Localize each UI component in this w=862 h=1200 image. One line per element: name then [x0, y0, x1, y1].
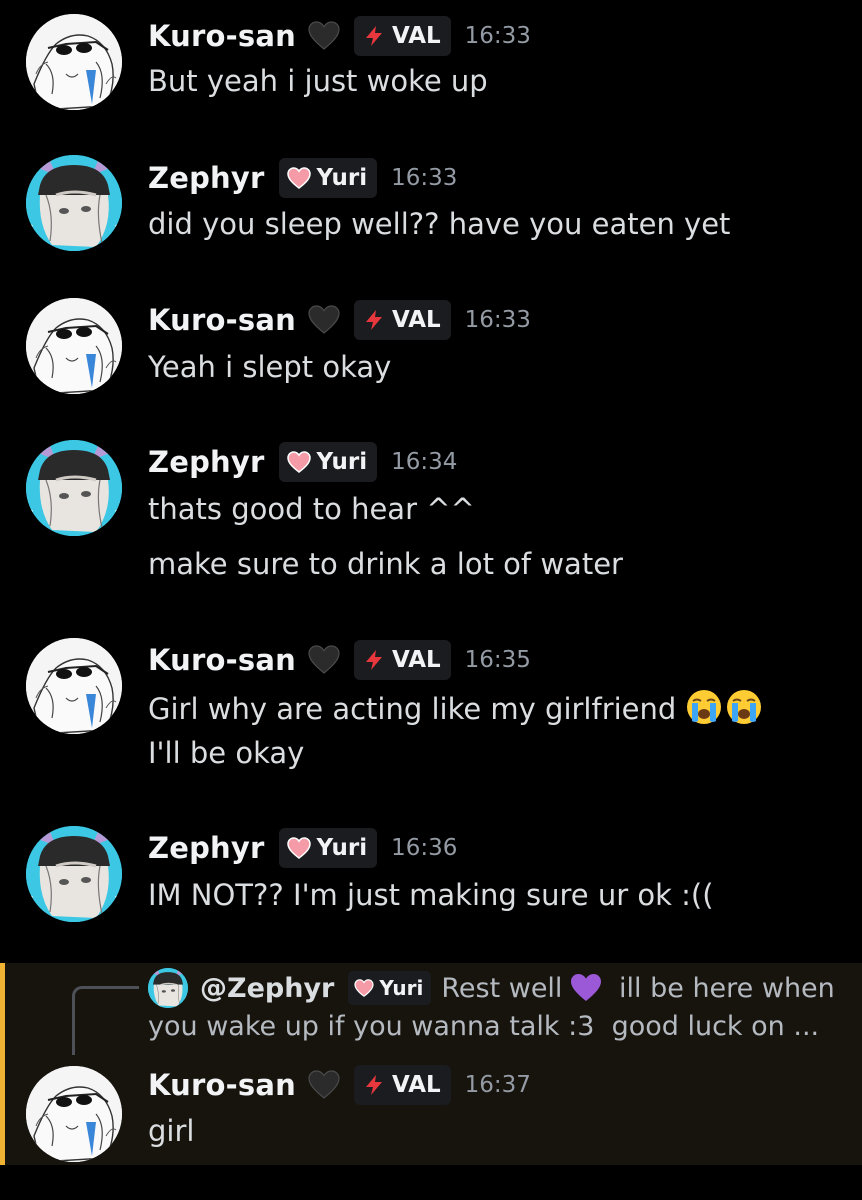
avatar[interactable]: [26, 155, 122, 251]
message-text: But yeah i just woke up: [148, 64, 488, 98]
lightning-icon: [362, 308, 386, 332]
server-tag[interactable]: Yuri: [278, 828, 378, 868]
black-heart-icon: [308, 305, 340, 335]
message-text: thats good to hear ^^: [148, 492, 475, 526]
timestamp: 16:33: [391, 165, 458, 191]
purple-heart-icon: [570, 973, 602, 1003]
reply-server-tag: Yuri: [348, 971, 432, 1005]
server-tag[interactable]: Yuri: [278, 158, 378, 198]
author-name[interactable]: Kuro-san: [148, 303, 296, 337]
reply-text-continued: you wake up if you wanna talk :3 good lu…: [148, 1011, 820, 1042]
lightning-icon: [362, 648, 386, 672]
server-tag[interactable]: VAL: [353, 640, 451, 680]
loudly-crying-face-icon: [686, 689, 722, 725]
author-name[interactable]: Kuro-san: [148, 19, 296, 53]
pink-heart-icon: [287, 837, 311, 859]
author-name[interactable]: Zephyr: [148, 445, 265, 479]
reply-mention[interactable]: @Zephyr: [200, 973, 334, 1004]
reply-avatar: [148, 968, 188, 1008]
timestamp: 16:33: [464, 23, 531, 49]
pink-heart-icon: [287, 451, 311, 473]
reply-text: ill be here when: [610, 972, 835, 1004]
message-text: I'll be okay: [148, 736, 305, 770]
author-name[interactable]: Zephyr: [148, 161, 265, 195]
message-text: make sure to drink a lot of water: [148, 547, 623, 581]
server-tag[interactable]: VAL: [353, 300, 451, 340]
avatar[interactable]: [26, 1066, 122, 1162]
mention-bar: [0, 963, 5, 1165]
timestamp: 16:34: [391, 449, 458, 475]
message-text: girl: [148, 1114, 195, 1148]
message-text: did you sleep well?? have you eaten yet: [148, 207, 731, 241]
lightning-icon: [362, 1073, 386, 1097]
avatar[interactable]: [26, 638, 122, 734]
message-text: IM NOT?? I'm just making sure ur ok :((: [148, 878, 714, 912]
reply-text: Rest well: [441, 972, 563, 1004]
message-text: Yeah i slept okay: [148, 350, 392, 384]
timestamp: 16:35: [464, 647, 531, 673]
author-name[interactable]: Kuro-san: [148, 1068, 296, 1102]
black-heart-icon: [308, 1070, 340, 1100]
timestamp: 16:33: [464, 307, 531, 333]
lightning-icon: [362, 24, 386, 48]
avatar[interactable]: [26, 826, 122, 922]
pink-heart-icon: [354, 979, 374, 997]
black-heart-icon: [308, 21, 340, 51]
timestamp: 16:37: [464, 1072, 531, 1098]
black-heart-icon: [308, 645, 340, 675]
server-tag[interactable]: VAL: [353, 1065, 451, 1105]
reply-preview[interactable]: @Zephyr Yuri Rest well ill be here when: [148, 968, 835, 1008]
message-text: Girl why are acting like my girlfriend: [148, 689, 762, 726]
server-tag[interactable]: Yuri: [278, 442, 378, 482]
reply-spine: [72, 986, 139, 1055]
author-name[interactable]: Zephyr: [148, 831, 265, 865]
avatar[interactable]: [26, 14, 122, 110]
author-name[interactable]: Kuro-san: [148, 643, 296, 677]
avatar[interactable]: [26, 298, 122, 394]
timestamp: 16:36: [391, 835, 458, 861]
server-tag[interactable]: VAL: [353, 16, 451, 56]
avatar[interactable]: [26, 440, 122, 536]
loudly-crying-face-icon: [726, 689, 762, 725]
pink-heart-icon: [287, 167, 311, 189]
